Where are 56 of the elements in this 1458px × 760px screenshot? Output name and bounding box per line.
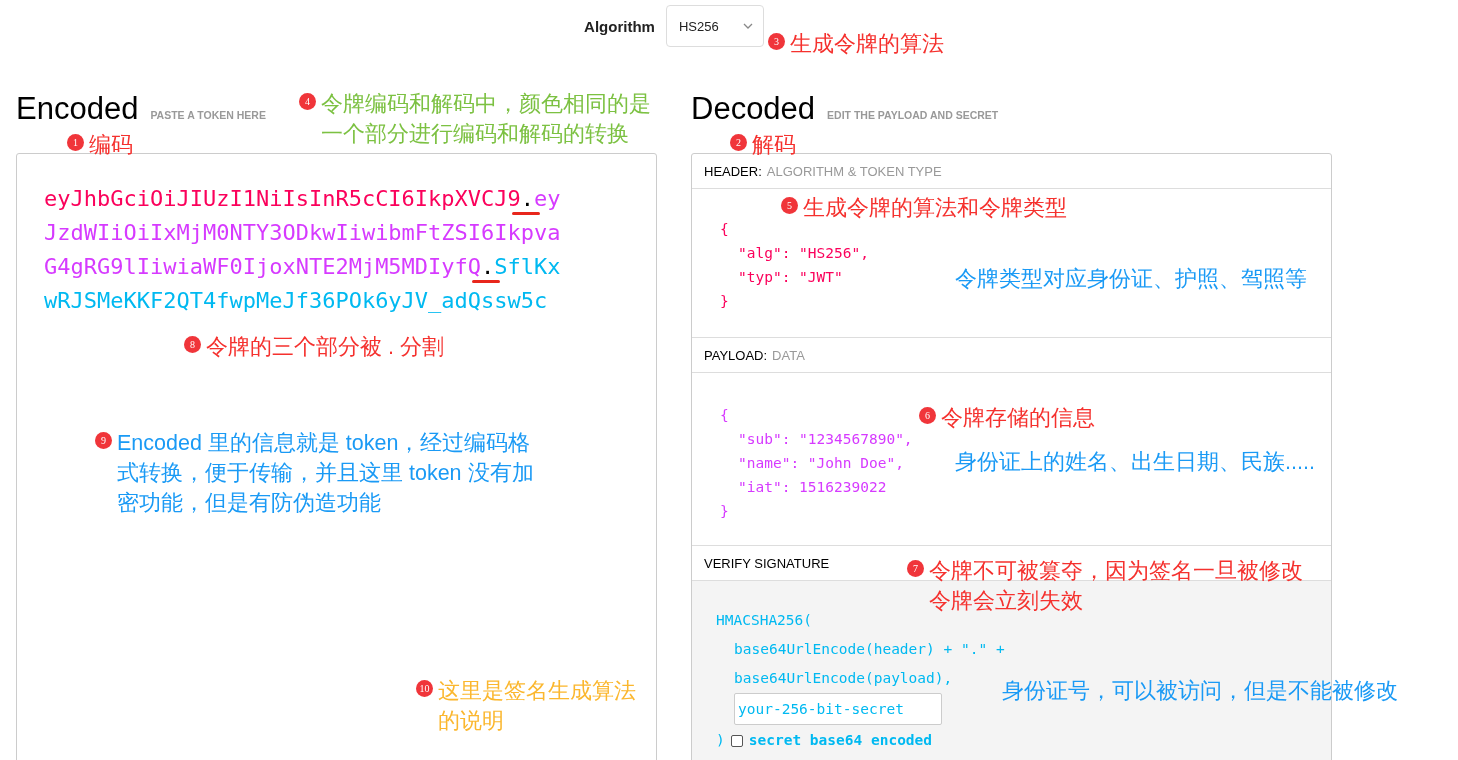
- annotation-text: 令牌不可被篡夺，因为签名一旦被修改令牌会立刻失效: [929, 558, 1304, 615]
- token-separator: .: [481, 254, 495, 279]
- annotation-text: 令牌的三个部分被 . 分割: [206, 334, 444, 361]
- annotation-text: 令牌编码和解码中，颜色相同的是一个部分进行编码和解码的转换: [321, 91, 652, 148]
- number-badge: 10: [416, 680, 433, 697]
- annotation-text: 这里是签名生成算法的说明: [438, 678, 637, 735]
- annotation-text: 生成令牌的算法: [790, 31, 944, 58]
- code-line: "alg": "HS256",: [738, 244, 869, 263]
- section-subtitle: DATA: [772, 347, 805, 363]
- token-text: eyJhbGciOiJIUzI1NiIsInR5cCI6IkpXVCJ9: [44, 186, 521, 211]
- encoded-heading: Encoded: [16, 91, 139, 127]
- checkbox[interactable]: [730, 734, 743, 747]
- code-line: ): [716, 731, 725, 750]
- token-text: ey: [534, 186, 561, 211]
- caret-icon: [742, 23, 753, 29]
- code-line: {: [720, 406, 729, 425]
- number-badge: 6: [919, 407, 936, 424]
- algorithm-select[interactable]: HS256: [665, 5, 764, 47]
- code-line: }: [720, 502, 729, 521]
- token-text: G4gRG9lIiwiaWF0IjoxNTE2MjM5MDIyfQ: [44, 254, 482, 279]
- code-line: base64UrlEncode(header) + "." +: [734, 640, 1005, 659]
- annotation-text: 生成令牌的算法和令牌类型: [803, 195, 1067, 222]
- decoded-heading: Decoded: [691, 91, 816, 127]
- number-badge: 9: [95, 432, 112, 449]
- decoded-hint: EDIT THE PAYLOAD AND SECRET: [827, 109, 999, 121]
- annotation-text: 解码: [752, 132, 796, 159]
- annotation-text: 令牌存储的信息: [941, 405, 1095, 432]
- code-line: "sub": "1234567890",: [738, 430, 913, 449]
- code-line: HMACSHA256(: [716, 611, 813, 630]
- code-line: "name": "John Doe",: [738, 454, 904, 473]
- code-line: "typ": "JWT": [738, 268, 843, 287]
- number-badge: 8: [184, 336, 201, 353]
- code-line: {: [720, 220, 729, 239]
- number-badge: 1: [67, 134, 84, 151]
- section-subtitle: ALGORITHM & TOKEN TYPE: [766, 163, 942, 179]
- section-title: HEADER:: [704, 163, 762, 179]
- number-badge: 2: [730, 134, 747, 151]
- number-badge: 5: [781, 197, 798, 214]
- algorithm-label: Algorithm: [584, 17, 655, 35]
- token-text: JzdWIiOiIxMjM0NTY3ODkwIiwibmFtZSI6Ikpva: [44, 220, 561, 245]
- token-separator: .: [520, 186, 535, 211]
- number-badge: 3: [768, 33, 785, 50]
- token-text: wRJSMeKKF2QT4fwpMeJf36POk6yJV_adQssw5c: [44, 288, 548, 313]
- encoded-hint: PASTE A TOKEN HERE: [150, 109, 266, 121]
- token-text: SflKx: [494, 254, 561, 279]
- annotation-text: 令牌类型对应身份证、护照、驾照等: [955, 266, 1307, 293]
- code-line: base64UrlEncode(payload),: [734, 669, 953, 688]
- number-badge: 4: [299, 93, 316, 110]
- number-badge: 7: [907, 560, 924, 577]
- annotation-text: 身份证号，可以被访问，但是不能被修改: [1002, 678, 1398, 705]
- annotation-text: 身份证上的姓名、出生日期、民族.....: [955, 449, 1315, 476]
- annotation-text: Encoded 里的信息就是 token，经过编码格式转换，便于传输，并且这里 token 没有加密功能，但是有防伪造功能: [117, 430, 535, 517]
- section-title: VERIFY SIGNATURE: [704, 555, 830, 571]
- section-title: PAYLOAD:: [704, 347, 768, 363]
- code-line: "iat": 1516239022: [738, 478, 887, 497]
- code-line: }: [720, 292, 729, 311]
